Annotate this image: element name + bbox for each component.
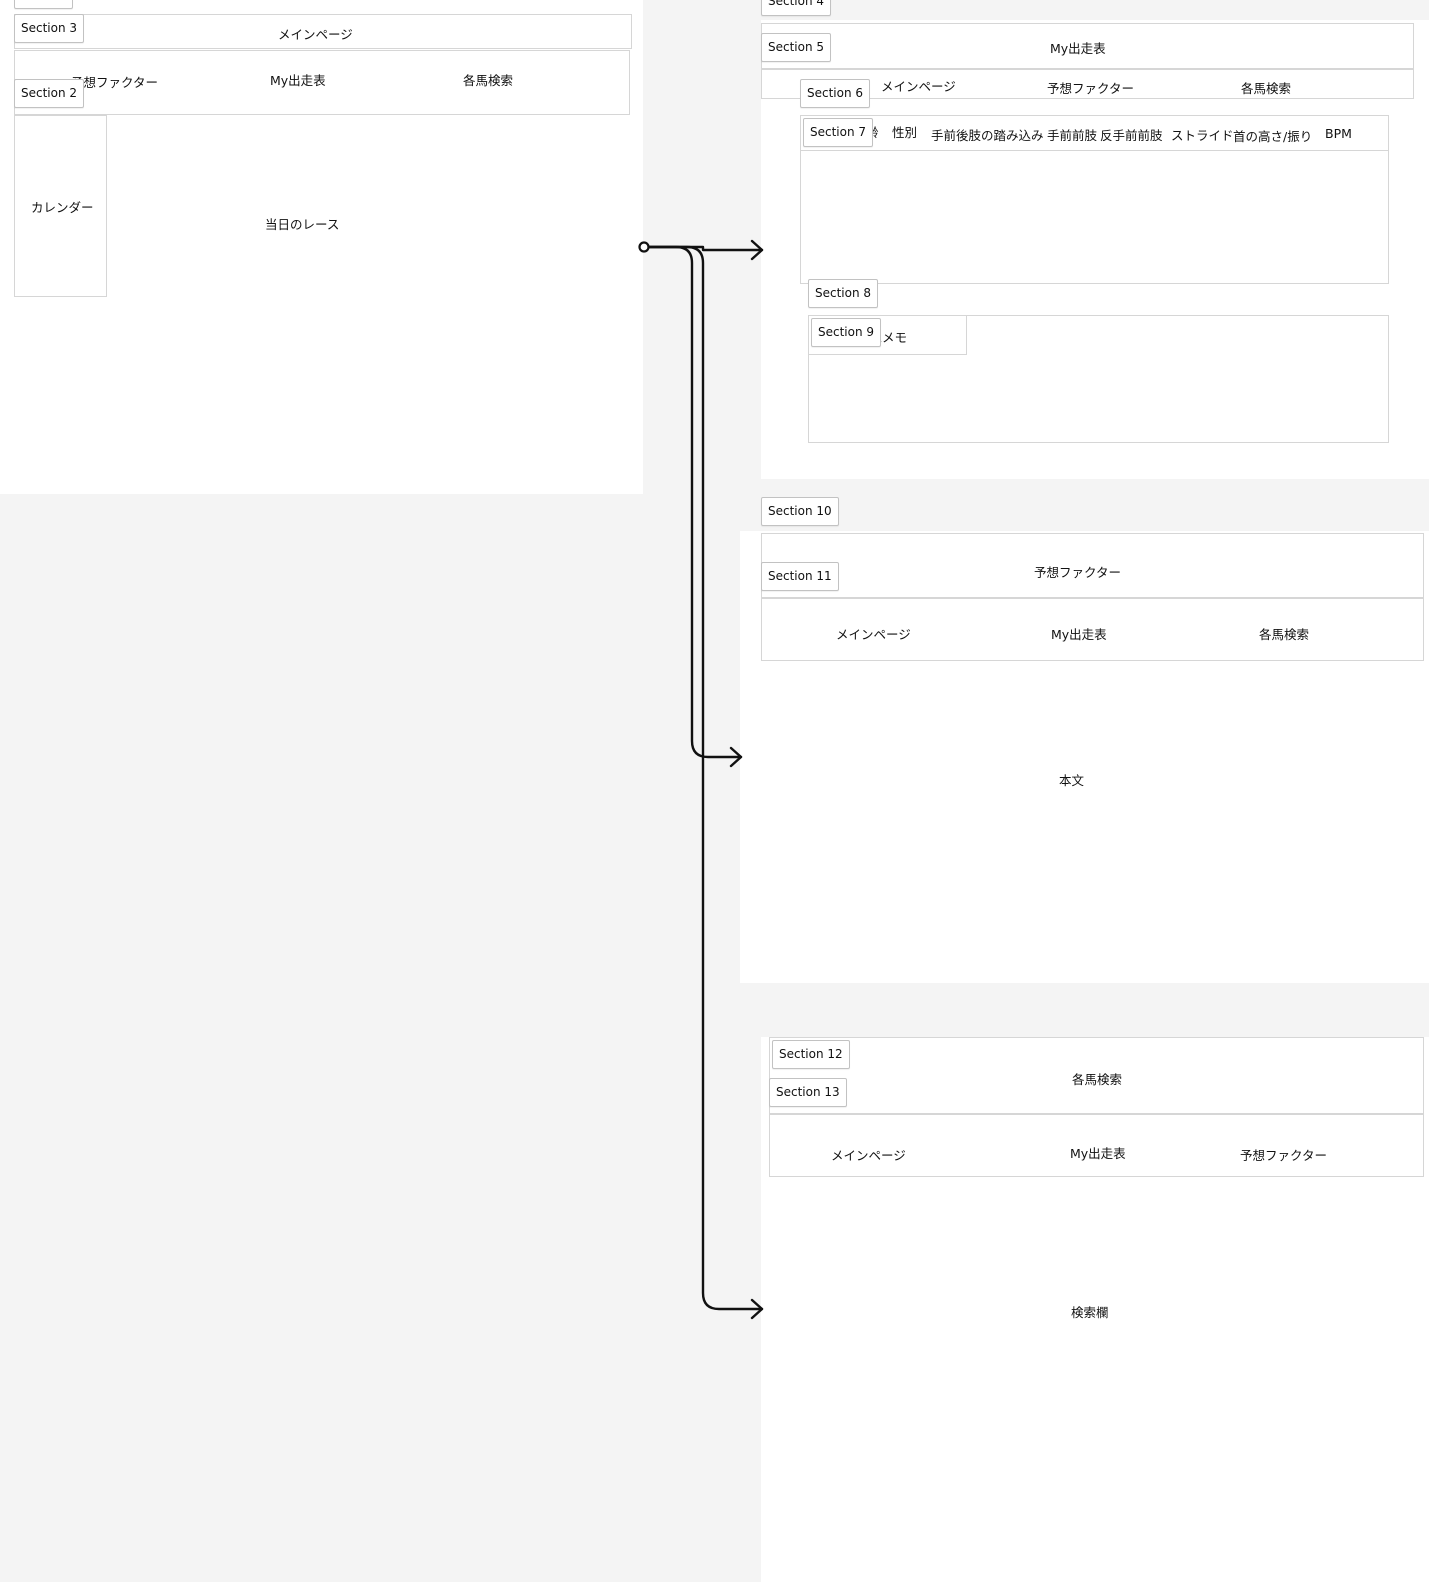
nav-link-search[interactable]: 各馬検索 (1259, 624, 1309, 643)
nav-link-main[interactable]: メインページ (881, 76, 956, 95)
section-tag[interactable]: Section 3 (14, 14, 85, 43)
nav-link-factor[interactable]: 予想ファクター (1240, 1145, 1327, 1164)
section-tag[interactable]: Section 6 (800, 79, 871, 108)
nav-bar: メインページ My出走表 予想ファクター (769, 1114, 1424, 1177)
main-page-frame: メインページ Section 3 予想ファクター My出走表 各馬検索 Sect… (0, 0, 643, 494)
section-tag[interactable]: Section 4 (761, 0, 832, 16)
nav-link-factor[interactable]: 予想ファクター (71, 72, 158, 91)
section-tag[interactable]: Section 12 (772, 1040, 850, 1069)
nav-link-search[interactable]: 各馬検索 (1241, 78, 1291, 97)
factor-col-hind-stride: 手前後肢の踏み込み (931, 128, 1044, 143)
body-text-label: 本文 (1059, 773, 1085, 788)
section-tag[interactable]: Section 10 (761, 497, 839, 526)
search-field-label: 検索欄 (1071, 1305, 1109, 1320)
factor-col-lead-fore: 手前前肢 (1047, 128, 1098, 143)
header-bar: My出走表 (761, 23, 1414, 69)
factor-col-sex: 性別 (892, 125, 918, 140)
header-bar: メインページ (14, 14, 632, 49)
nav-link-factor[interactable]: 予想ファクター (1047, 78, 1134, 97)
header-title: 予想ファクター (1034, 565, 1122, 580)
factor-col-bpm: BPM (1325, 126, 1352, 141)
calendar-panel: カレンダー (14, 115, 107, 297)
section-tag[interactable]: Section 2 (14, 79, 85, 108)
nav-link-mylist[interactable]: My出走表 (1070, 1143, 1126, 1162)
factor-col-off-fore: 反手前前肢 (1100, 128, 1163, 143)
connector-to-mylist (646, 245, 764, 252)
header-title: My出走表 (1050, 41, 1106, 56)
header-bar: 各馬検索 (769, 1037, 1424, 1114)
calendar-label: カレンダー (31, 200, 94, 215)
header-title: メインページ (278, 27, 353, 42)
factor-col-neck: 首の高さ/振り (1233, 129, 1313, 144)
section-tag[interactable]: Section 11 (761, 562, 839, 591)
factor-col-stride: ストライド (1171, 128, 1234, 143)
section-tag[interactable]: Section 9 (811, 318, 882, 347)
header-title: 各馬検索 (1072, 1072, 1123, 1087)
nav-link-mylist[interactable]: My出走表 (270, 70, 326, 89)
section-tag[interactable]: Section 7 (803, 118, 874, 147)
nav-bar: メインページ My出走表 各馬検索 (761, 598, 1424, 661)
today-races-label: 当日のレース (265, 217, 340, 232)
factor-table: 齢 性別 手前後肢の踏み込み 手前前肢 反手前前肢 ストライド 首の高さ/振り … (800, 115, 1389, 284)
section-tag[interactable]: Section 5 (761, 33, 832, 62)
nav-link-main[interactable]: メインページ (831, 1145, 906, 1164)
memo-panel: 予想メモ (808, 315, 1389, 443)
nav-link-mylist[interactable]: My出走表 (1051, 624, 1107, 643)
section-tag[interactable]: Section 8 (808, 279, 879, 308)
connector-to-factor (646, 245, 743, 759)
nav-bar: 予想ファクター My出走表 各馬検索 (14, 50, 630, 115)
nav-link-main[interactable]: メインページ (836, 624, 911, 643)
section-tag[interactable]: Section 13 (769, 1078, 847, 1107)
section-tag[interactable] (14, 0, 73, 9)
nav-link-search[interactable]: 各馬検索 (463, 70, 513, 89)
header-bar: 予想ファクター (761, 533, 1424, 598)
